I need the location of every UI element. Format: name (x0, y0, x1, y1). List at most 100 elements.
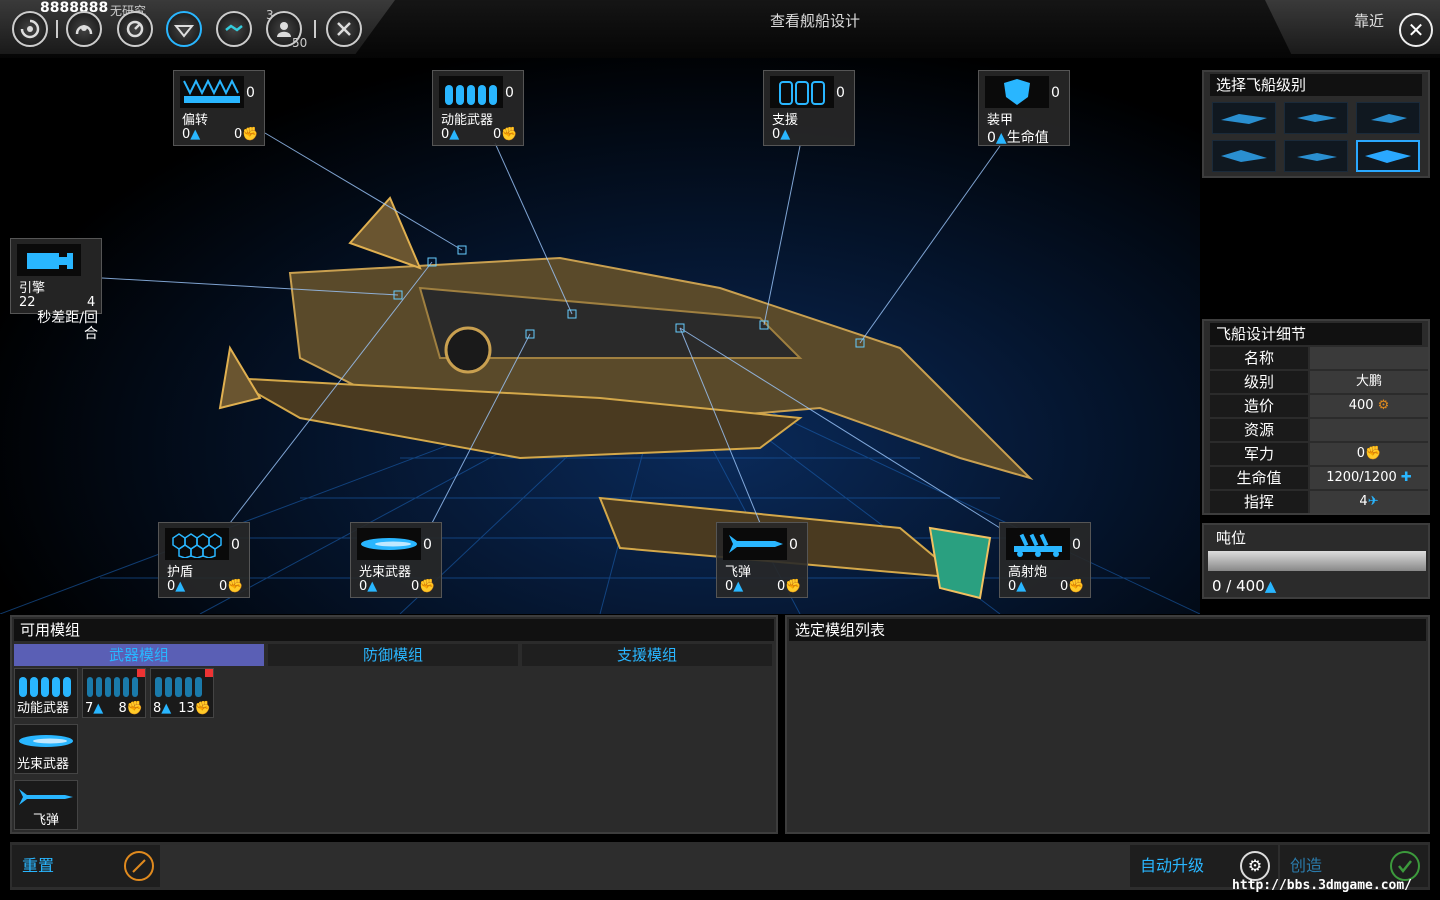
detail-value-wrap: 400 ⚙ (1310, 395, 1428, 417)
missile-icon (723, 528, 787, 560)
person-icon: ▲ (175, 579, 186, 594)
engine-unit-note: 秒差距/回合 (37, 310, 98, 342)
fist-icon: ✊ (1068, 579, 1085, 594)
ship-class-thumb[interactable] (1284, 102, 1348, 134)
support-label: 支援 (772, 113, 799, 128)
slot-flak[interactable]: 0 高射炮 0▲ 0✊ (999, 522, 1091, 598)
detail-row-name: 名称 (1210, 347, 1429, 369)
ship-class-thumb[interactable] (1212, 140, 1276, 172)
available-modules-panel: 可用模组 武器模组 防御模组 支援模组 动能武器 7▲ 8✊ 8▲ 13✊ 光束… (10, 615, 778, 834)
detail-row-command: 指挥 4✈ (1210, 491, 1429, 513)
module-label: 光束武器 (17, 757, 70, 772)
deflect-icon (180, 76, 244, 108)
fist-icon: ✊ (419, 579, 436, 594)
command-icon: ✈ (1367, 494, 1379, 509)
module-beam[interactable]: 光束武器 (14, 724, 78, 774)
module-power: 8 (118, 701, 127, 716)
flak-count: 0 (1072, 537, 1081, 553)
kinetic-weapon-icon (85, 671, 143, 699)
fist-icon: ✊ (194, 701, 211, 716)
slot-beam[interactable]: 0 光束武器 0▲ 0✊ (350, 522, 442, 598)
population-badge-bottom: 50 (292, 36, 308, 50)
person-icon: ▲ (780, 127, 791, 142)
detail-value: 400 (1348, 398, 1374, 413)
tab-support-modules[interactable]: 支援模组 (522, 644, 772, 666)
tonnage-bar (1208, 551, 1426, 571)
person-icon: ▲ (93, 701, 104, 716)
gears-icon: ⚙ (1377, 398, 1390, 413)
selected-modules-panel: 选定模组列表 (785, 615, 1430, 834)
ship-class-thumb[interactable] (1284, 140, 1348, 172)
armor-label: 装甲 (987, 113, 1014, 128)
person-icon: ▲ (995, 130, 1007, 146)
ship-class-thumb-selected[interactable] (1356, 140, 1420, 172)
module-kinetic-3[interactable]: 8▲ 13✊ (150, 668, 214, 718)
reset-button[interactable]: 重置 (12, 845, 160, 887)
beam-weapon-icon (17, 727, 75, 755)
fist-icon: ✊ (126, 701, 143, 716)
slot-kinetic[interactable]: 0 动能武器 0▲ 0✊ (432, 70, 524, 146)
ship-details-panel: 飞船设计细节 名称 级别 大鹏 造价 400 ⚙ 资源 军力 0✊ 生命值 12… (1202, 319, 1430, 515)
detail-value: 大鹏 (1310, 371, 1428, 393)
person-icon: ▲ (190, 127, 201, 142)
ship-class-thumb[interactable] (1356, 102, 1420, 134)
detail-label: 军力 (1210, 443, 1308, 465)
person-icon: ▲ (733, 579, 744, 594)
ship-name-field[interactable] (1310, 347, 1428, 369)
tonnage-value: 0 / 400 (1212, 577, 1265, 595)
person-icon: ▲ (367, 579, 378, 594)
slot-support[interactable]: 0 支援 0▲ (763, 70, 855, 146)
empire-icon[interactable] (66, 11, 102, 47)
close-icon: ✕ (1407, 18, 1425, 42)
detail-label: 资源 (1210, 419, 1308, 441)
zoom-label[interactable]: 靠近 (1354, 10, 1384, 31)
ship-details-title: 飞船设计细节 (1210, 323, 1422, 345)
beam-count: 0 (423, 537, 432, 553)
shield-count: 0 (231, 537, 240, 553)
armor-val2: 生命值 (1006, 130, 1049, 146)
detail-label: 名称 (1210, 347, 1308, 369)
tab-defense-modules[interactable]: 防御模组 (268, 644, 518, 666)
settings-tools-icon[interactable] (326, 11, 362, 47)
ship-class-thumb[interactable] (1212, 102, 1276, 134)
flak-launcher-icon (1006, 528, 1070, 560)
module-power: 13 (178, 701, 195, 716)
slot-armor[interactable]: 0 装甲 0▲生命值 (978, 70, 1070, 146)
slot-deflect[interactable]: 0 偏转 0▲ 0✊ (173, 70, 265, 146)
kinetic-count: 0 (505, 85, 514, 101)
fist-icon: ✊ (785, 579, 802, 594)
tonnage-panel: 吨位 0 / 400▲ (1202, 523, 1430, 599)
support-count: 0 (836, 85, 845, 101)
shield-hex-icon (165, 528, 229, 560)
watermark: http://bbs.3dmgame.com/ (1232, 878, 1413, 893)
close-button[interactable]: ✕ (1399, 13, 1433, 47)
detail-value: 0 (1356, 446, 1366, 461)
detail-row-cost: 造价 400 ⚙ (1210, 395, 1429, 417)
slot-shield[interactable]: 0 护盾 0▲ 0✊ (158, 522, 250, 598)
galaxy-icon[interactable] (12, 11, 48, 47)
detail-value: 4 (1359, 494, 1368, 509)
create-label: 创造 (1290, 856, 1323, 875)
module-kinetic-2[interactable]: 7▲ 8✊ (82, 668, 146, 718)
engine-speed: 22 (19, 295, 36, 310)
detail-row-hp: 生命值 1200/1200 ✚ (1210, 467, 1429, 489)
module-tabs: 武器模组 防御模组 支援模组 (14, 644, 774, 666)
slot-engine[interactable]: 引擎 22 4 (10, 238, 102, 314)
slot-missile[interactable]: 0 飞弹 0▲ 0✊ (716, 522, 808, 598)
plus-icon: ✚ (1400, 470, 1412, 485)
kinetic-weapon-icon (153, 671, 211, 699)
page-title: 查看舰船设计 (769, 12, 860, 30)
detail-value (1310, 419, 1428, 441)
beam-weapon-icon (357, 528, 421, 560)
tab-weapon-modules[interactable]: 武器模组 (14, 644, 264, 666)
person-icon: ▲ (1016, 579, 1027, 594)
module-kinetic[interactable]: 动能武器 (14, 668, 78, 718)
fleet-design-icon[interactable] (166, 11, 202, 47)
diplomacy-icon[interactable] (216, 11, 252, 47)
flak-label: 高射炮 (1008, 565, 1048, 580)
missile-label: 飞弹 (725, 565, 752, 580)
module-missile[interactable]: 飞弹 (14, 780, 78, 830)
ship-class-title: 选择飞船级别 (1210, 74, 1422, 96)
kinetic-weapon-icon (439, 76, 503, 108)
research-icon[interactable] (117, 11, 153, 47)
